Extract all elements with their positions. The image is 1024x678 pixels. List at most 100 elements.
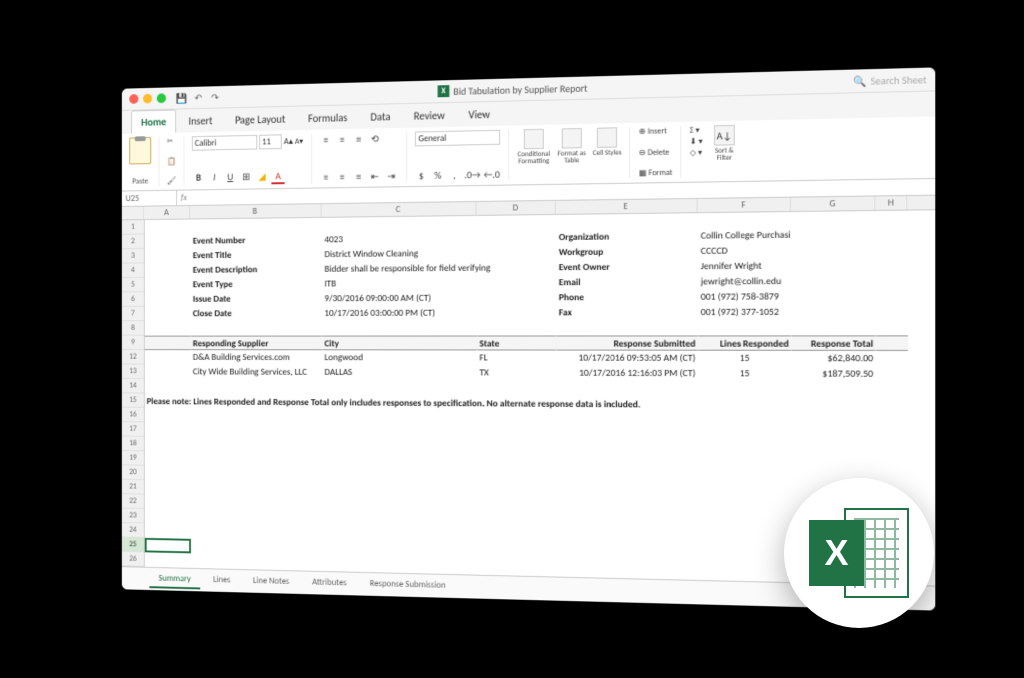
- align-center-icon[interactable]: ≡: [335, 170, 348, 183]
- indent-dec-icon[interactable]: ⇤: [368, 170, 381, 183]
- row-header[interactable]: 4: [122, 263, 144, 278]
- row-header[interactable]: 1: [122, 220, 144, 235]
- cell[interactable]: Email: [557, 274, 699, 290]
- sheet-tab-summary[interactable]: Summary: [149, 570, 200, 590]
- row-header[interactable]: 9: [122, 336, 144, 350]
- row-header[interactable]: 6: [122, 292, 144, 307]
- cell[interactable]: $62,840.00: [792, 351, 876, 367]
- align-left-icon[interactable]: ≡: [319, 171, 332, 184]
- align-top-icon[interactable]: ≡: [319, 133, 332, 146]
- underline-button[interactable]: U: [224, 170, 237, 185]
- cell[interactable]: 15: [699, 351, 792, 367]
- cell[interactable]: City: [323, 336, 478, 351]
- cell[interactable]: $187,509.50: [792, 366, 876, 382]
- active-cell[interactable]: [145, 538, 191, 553]
- cell[interactable]: 10/17/2016 12:16:03 PM (CT): [557, 366, 699, 382]
- delete-cells-button[interactable]: ⊖ Delete: [639, 147, 673, 158]
- sheet-tab-lines[interactable]: Lines: [204, 571, 240, 590]
- indent-inc-icon[interactable]: ⇥: [384, 169, 398, 182]
- cell[interactable]: Fax: [557, 305, 699, 321]
- fill-icon[interactable]: ⬇ ▾: [690, 137, 703, 147]
- cell[interactable]: 10/17/2016 03:00:00 PM (CT): [323, 306, 478, 321]
- save-icon[interactable]: 💾: [175, 91, 188, 105]
- fx-icon[interactable]: fx: [177, 190, 191, 205]
- font-color-button[interactable]: A: [272, 169, 285, 184]
- row-header[interactable]: 19: [122, 451, 144, 466]
- row-header[interactable]: 8: [122, 321, 144, 335]
- tab-data[interactable]: Data: [360, 104, 401, 129]
- font-size-selector[interactable]: 11: [259, 134, 282, 149]
- row-header[interactable]: 18: [122, 437, 144, 452]
- cell[interactable]: FL: [477, 350, 556, 365]
- row-header[interactable]: 14: [122, 379, 144, 394]
- select-all-corner[interactable]: [122, 207, 144, 220]
- fill-color-button[interactable]: ◢: [256, 170, 269, 185]
- cell[interactable]: D&A Building Services.com: [191, 350, 323, 365]
- font-selector[interactable]: Calibri: [192, 135, 257, 151]
- col-header[interactable]: B: [190, 204, 322, 218]
- cell[interactable]: DALLAS: [323, 365, 478, 380]
- format-painter-icon[interactable]: 🖌: [167, 176, 176, 186]
- cell[interactable]: Lines Responded: [699, 335, 792, 350]
- col-header[interactable]: D: [476, 201, 555, 215]
- border-button[interactable]: ⊞: [240, 170, 253, 185]
- copy-icon[interactable]: 📋: [167, 156, 176, 166]
- col-header[interactable]: H: [875, 196, 907, 210]
- tab-formulas[interactable]: Formulas: [298, 105, 358, 130]
- format-cells-button[interactable]: ▦ Format: [639, 168, 673, 179]
- row-header[interactable]: 20: [122, 465, 144, 480]
- align-bottom-icon[interactable]: ≡: [352, 133, 365, 146]
- col-header[interactable]: G: [791, 196, 875, 211]
- row-header[interactable]: 12: [122, 350, 144, 364]
- cell[interactable]: Longwood: [323, 350, 478, 365]
- col-header[interactable]: E: [556, 199, 698, 214]
- percent-icon[interactable]: %: [431, 169, 445, 182]
- cell[interactable]: District Window Cleaning: [323, 246, 478, 262]
- number-format-selector[interactable]: General: [414, 130, 500, 147]
- cell[interactable]: Issue Date: [191, 291, 323, 306]
- cell[interactable]: ITB: [323, 276, 478, 292]
- row-header[interactable]: 25: [122, 537, 144, 552]
- clear-icon[interactable]: ◇ ▾: [690, 148, 703, 158]
- align-middle-icon[interactable]: ≡: [335, 133, 348, 146]
- orientation-icon[interactable]: ⟲: [368, 132, 381, 145]
- sheet-tab-response-submission[interactable]: Response Submission: [360, 575, 455, 596]
- sheet-tab-line-notes[interactable]: Line Notes: [244, 572, 299, 592]
- cell[interactable]: Phone: [557, 290, 699, 306]
- decimal-inc-icon[interactable]: .0→: [464, 168, 480, 181]
- row-header[interactable]: 17: [122, 422, 144, 437]
- autosum-icon[interactable]: Σ ▾: [690, 125, 703, 135]
- cell-styles-button[interactable]: Cell Styles: [593, 127, 622, 179]
- name-box[interactable]: U25: [122, 191, 177, 206]
- cell[interactable]: 10/17/2016 09:53:05 AM (CT): [557, 351, 699, 366]
- row-header[interactable]: 5: [122, 278, 144, 293]
- cell[interactable]: CCCCD: [699, 243, 792, 259]
- bold-button[interactable]: B: [192, 171, 205, 186]
- row-header[interactable]: 26: [122, 552, 144, 567]
- decimal-dec-icon[interactable]: ←.0: [484, 168, 500, 181]
- italic-button[interactable]: I: [208, 171, 221, 186]
- row-header[interactable]: 24: [122, 523, 144, 538]
- cell[interactable]: Response Submitted: [557, 335, 699, 350]
- cell[interactable]: jewright@collin.edu: [699, 274, 792, 290]
- tab-home[interactable]: Home: [131, 110, 176, 134]
- increase-font-icon[interactable]: A▴: [284, 136, 293, 147]
- paste-button[interactable]: Paste: [132, 177, 148, 187]
- insert-cells-button[interactable]: ⊕ Insert: [639, 126, 673, 137]
- cell[interactable]: Organization: [557, 228, 699, 245]
- maximize-window-icon[interactable]: [157, 93, 166, 103]
- cell[interactable]: TX: [477, 365, 556, 380]
- decrease-font-icon[interactable]: A▾: [295, 136, 303, 146]
- align-right-icon[interactable]: ≡: [352, 170, 365, 183]
- col-header[interactable]: A: [144, 206, 190, 219]
- undo-icon[interactable]: ↶: [192, 90, 205, 104]
- redo-icon[interactable]: ↷: [209, 90, 222, 104]
- row-header[interactable]: 2: [122, 235, 144, 250]
- tab-insert[interactable]: Insert: [178, 108, 222, 132]
- row-header[interactable]: 13: [122, 364, 144, 379]
- cell[interactable]: City Wide Building Services, LLC: [191, 365, 323, 380]
- cell[interactable]: 15: [699, 366, 792, 382]
- cell[interactable]: Close Date: [191, 306, 323, 321]
- cell[interactable]: 9/30/2016 09:00:00 AM (CT): [323, 291, 478, 306]
- cut-icon[interactable]: ✂: [167, 137, 176, 147]
